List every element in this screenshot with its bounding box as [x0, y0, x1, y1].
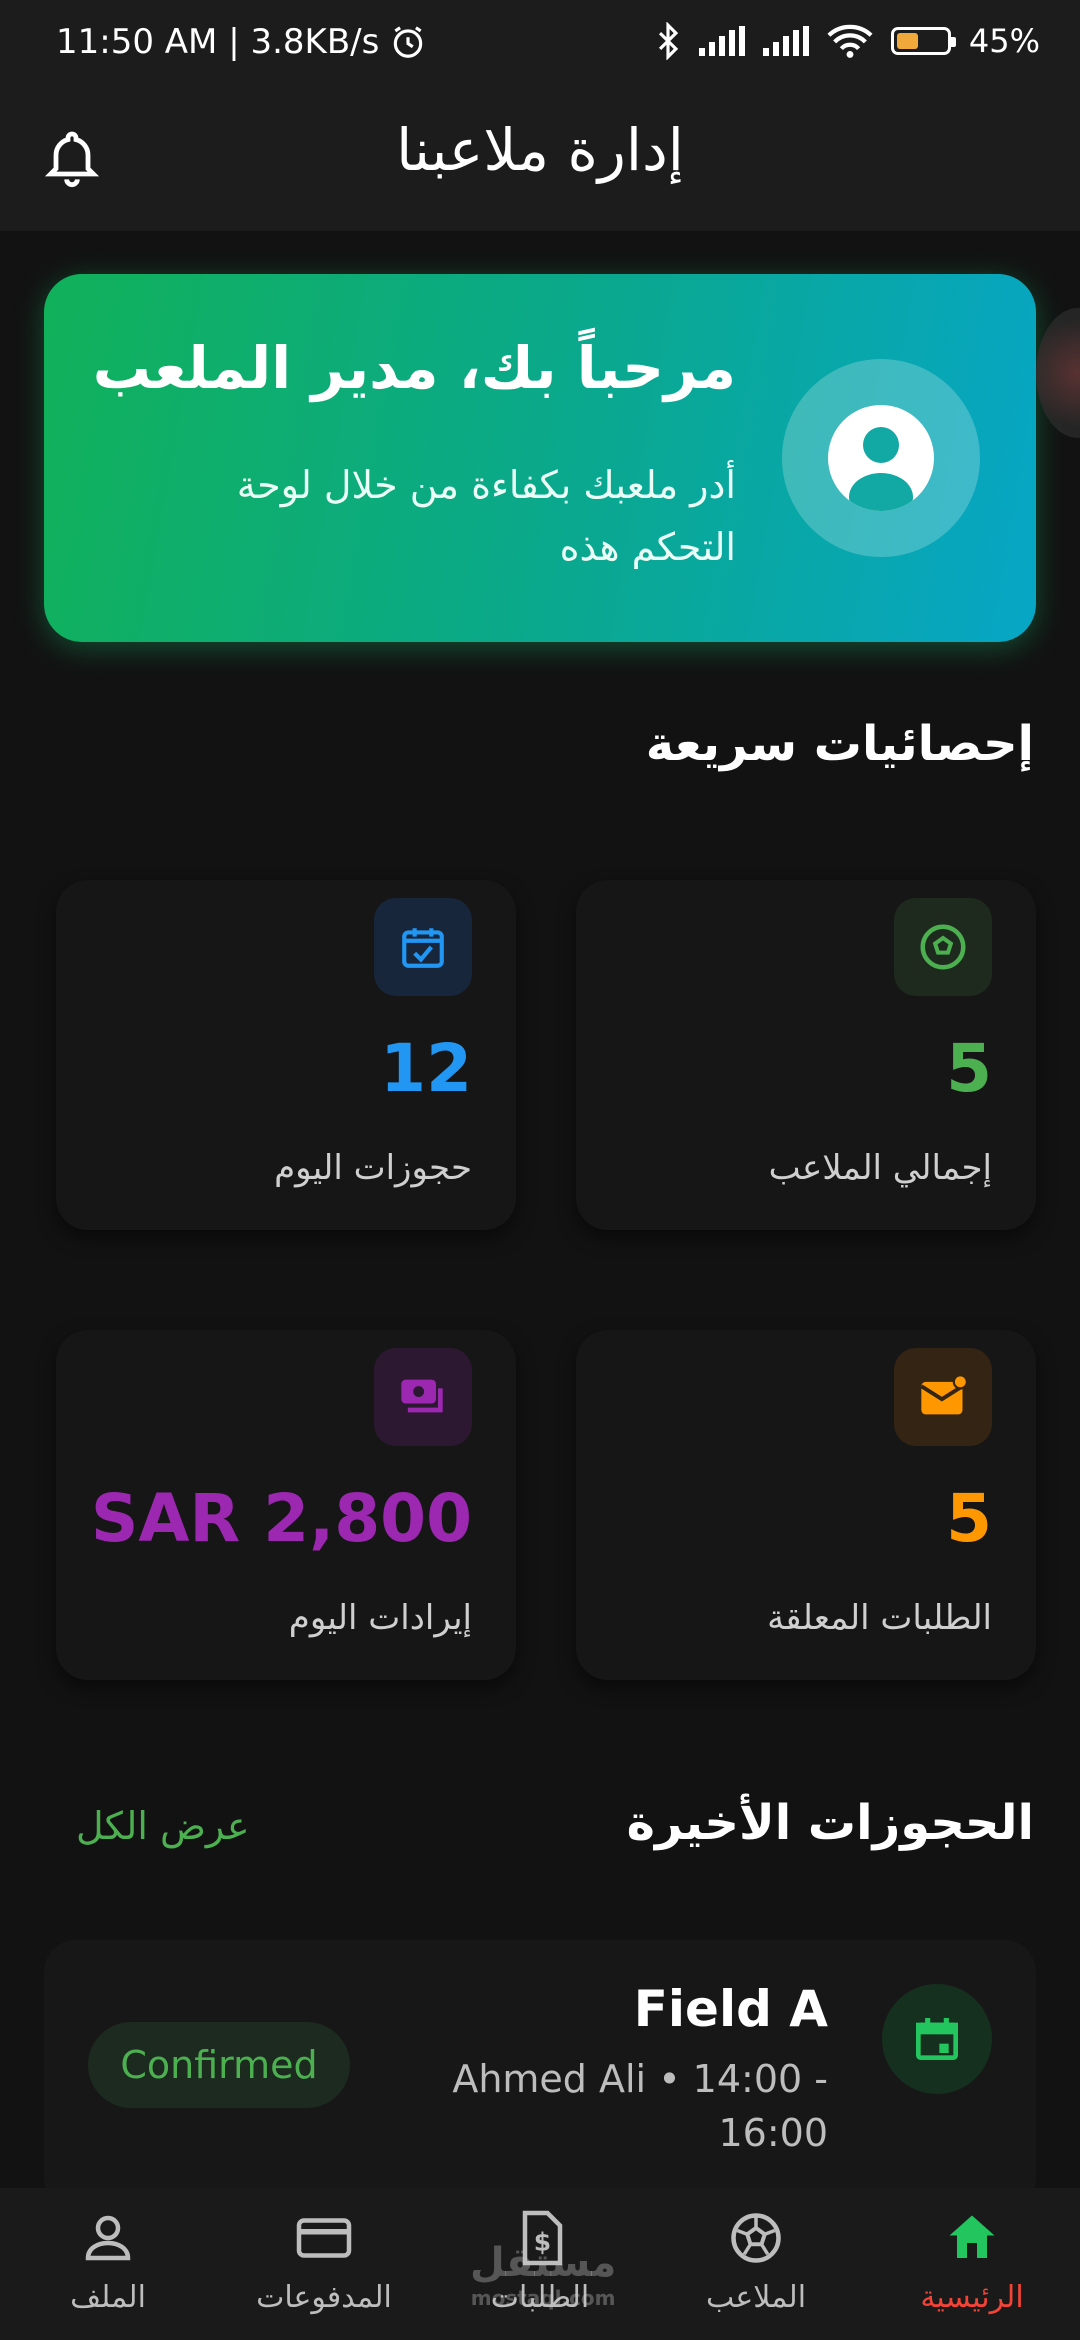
booking-field-name: Field A — [633, 1980, 828, 2038]
nav-item-profile[interactable]: الملف — [0, 2208, 216, 2328]
watermark-text: مستقل — [470, 2240, 617, 2286]
stat-value: 5 — [946, 1030, 992, 1107]
stat-value: SAR 2,800 — [90, 1480, 472, 1557]
status-time: 11:50 AM | 3.8KB/s — [56, 22, 380, 62]
status-bar: 11:50 AM | 3.8KB/s 45% — [0, 0, 1080, 96]
app-bar: إدارة ملاعبنا — [0, 96, 1080, 231]
stat-label: حجوزات اليوم — [274, 1148, 472, 1188]
status-right: 45% — [655, 22, 1040, 60]
soccer-ball-icon — [731, 2213, 781, 2263]
soccer-ball-icon — [894, 898, 992, 996]
calendar-check-icon — [374, 898, 472, 996]
stat-value: 5 — [946, 1480, 992, 1557]
stat-card-today-bookings[interactable]: 12 حجوزات اليوم — [56, 880, 516, 1230]
stat-card-pending-requests[interactable]: 5 الطلبات المعلقة — [576, 1330, 1036, 1680]
booking-card[interactable]: Field A Ahmed Ali • 14:00 - 16:00 Confir… — [44, 1940, 1036, 2210]
watermark-sub: mostaql.com — [470, 2286, 616, 2310]
quick-stats-title: إحصائيات سريعة — [645, 716, 1034, 772]
welcome-heading: مرحباً بك، مدير الملعب — [92, 334, 736, 402]
status-badge: Confirmed — [88, 2022, 350, 2108]
signal-2-icon — [762, 26, 809, 56]
credit-card-icon — [296, 2218, 352, 2258]
stat-value: 12 — [380, 1030, 472, 1107]
nav-item-home[interactable]: الرئيسية — [864, 2208, 1080, 2328]
bluetooth-icon — [658, 22, 679, 60]
welcome-card: مرحباً بك، مدير الملعب أدر ملعبك بكفاءة … — [44, 274, 1036, 642]
status-left: 11:50 AM | 3.8KB/s — [56, 22, 427, 62]
battery-percent: 45% — [968, 22, 1040, 60]
nav-label: المدفوعات — [256, 2280, 392, 2315]
nav-label: الرئيسية — [920, 2280, 1024, 2315]
view-all-link[interactable]: عرض الكل — [76, 1804, 250, 1848]
nav-item-payments[interactable]: المدفوعات — [216, 2208, 432, 2328]
stat-label: إجمالي الملاعب — [768, 1148, 992, 1188]
stat-label: الطلبات المعلقة — [767, 1598, 992, 1638]
notification-bell-icon[interactable] — [40, 126, 104, 190]
signal-1-icon — [698, 26, 745, 56]
person-icon — [85, 2215, 131, 2261]
mail-notification-icon — [894, 1348, 992, 1446]
payments-icon — [374, 1348, 472, 1446]
recent-bookings-title: الحجوزات الأخيرة — [626, 1795, 1034, 1851]
nav-item-fields[interactable]: الملاعب — [648, 2208, 864, 2328]
wifi-icon — [827, 24, 873, 58]
battery-icon — [890, 27, 956, 55]
calendar-icon — [882, 1984, 992, 2094]
page-title: إدارة ملاعبنا — [396, 116, 684, 184]
stat-label: إيرادات اليوم — [288, 1598, 472, 1638]
nav-label: الملف — [70, 2280, 146, 2315]
stat-card-total-fields[interactable]: 5 إجمالي الملاعب — [576, 880, 1036, 1230]
home-icon — [949, 2215, 995, 2258]
booking-details: Ahmed Ali • 14:00 - 16:00 — [452, 2057, 828, 2155]
stat-card-today-revenue[interactable]: SAR 2,800 إيرادات اليوم — [56, 1330, 516, 1680]
nav-label: الملاعب — [705, 2280, 807, 2315]
person-avatar-icon — [828, 405, 934, 511]
floating-image-edge — [1036, 308, 1080, 438]
watermark-logo: مستقل mostaql.com — [470, 2240, 616, 2310]
alarm-icon — [394, 26, 423, 58]
welcome-subtitle: أدر ملعبك بكفاءة من خلال لوحة التحكم هذه — [236, 463, 736, 569]
avatar — [782, 359, 980, 557]
